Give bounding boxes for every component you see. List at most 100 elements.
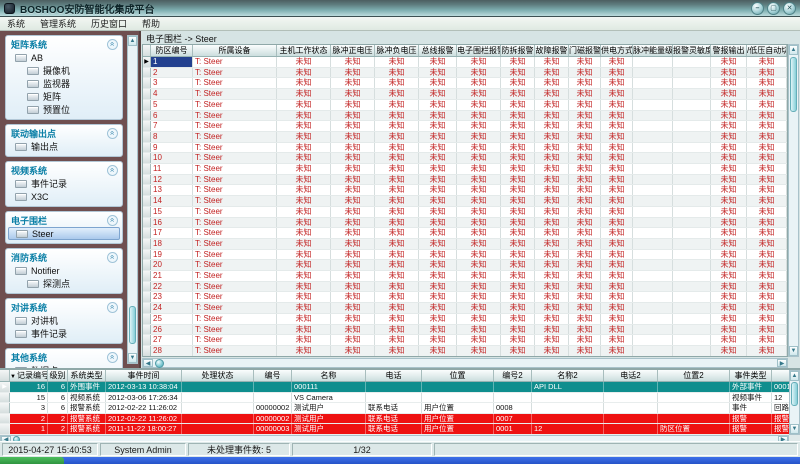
status-cell[interactable]: 未知 — [331, 185, 375, 195]
status-cell[interactable] — [633, 196, 673, 206]
status-cell[interactable]: 未知 — [375, 132, 419, 142]
status-cell[interactable]: 未知 — [457, 89, 501, 99]
zone-number-cell[interactable]: 27 — [151, 335, 193, 345]
status-cell[interactable]: 未知 — [457, 314, 501, 324]
status-cell[interactable] — [633, 271, 673, 281]
menu-item-系统[interactable]: 系统 — [7, 17, 25, 30]
status-cell[interactable]: 未知 — [535, 100, 569, 110]
column-header-处理状态[interactable]: 处理状态 — [182, 370, 254, 381]
status-cell[interactable]: 未知 — [277, 260, 331, 270]
status-cell[interactable]: 未知 — [457, 250, 501, 260]
status-cell[interactable]: 未知 — [535, 164, 569, 174]
status-cell[interactable]: 未知 — [419, 325, 457, 335]
zone-row-1[interactable]: ▶1T: Steer未知未知未知未知未知未知未知未知未知未知未知 — [143, 57, 787, 68]
status-cell[interactable]: 未知 — [601, 282, 633, 292]
status-cell[interactable]: 未知 — [331, 153, 375, 163]
status-cell[interactable]: 未知 — [457, 239, 501, 249]
status-cell[interactable]: 未知 — [277, 185, 331, 195]
device-cell[interactable]: T: Steer — [193, 218, 277, 228]
event-cell[interactable]: VS Camera — [292, 393, 366, 403]
row-selector[interactable] — [143, 132, 151, 142]
event-cell[interactable] — [604, 393, 658, 403]
status-cell[interactable]: 未知 — [711, 335, 747, 345]
status-cell[interactable] — [673, 175, 711, 185]
device-cell[interactable]: T: Steer — [193, 132, 277, 142]
status-cell[interactable] — [633, 292, 673, 302]
row-selector[interactable] — [143, 196, 151, 206]
status-cell[interactable]: 未知 — [375, 78, 419, 88]
status-cell[interactable]: 未知 — [457, 111, 501, 121]
status-cell[interactable]: 未知 — [419, 250, 457, 260]
event-cell[interactable]: 测试用户 — [292, 424, 366, 434]
device-cell[interactable]: T: Steer — [193, 185, 277, 195]
status-cell[interactable]: 未知 — [375, 121, 419, 131]
status-cell[interactable]: 未知 — [747, 78, 787, 88]
event-cell[interactable]: 6 — [48, 393, 68, 403]
column-header-级别[interactable]: 级别 — [48, 370, 68, 381]
zone-row-4[interactable]: 4T: Steer未知未知未知未知未知未知未知未知未知未知未知 — [143, 89, 787, 100]
status-cell[interactable]: 未知 — [457, 121, 501, 131]
device-cell[interactable]: T: Steer — [193, 143, 277, 153]
status-cell[interactable]: 未知 — [375, 111, 419, 121]
column-header-系统类型[interactable]: 系统类型 — [68, 370, 106, 381]
status-cell[interactable]: 未知 — [457, 175, 501, 185]
status-cell[interactable]: 未知 — [501, 143, 535, 153]
status-cell[interactable]: 未知 — [601, 346, 633, 356]
status-cell[interactable]: 未知 — [535, 335, 569, 345]
status-cell[interactable]: 未知 — [601, 325, 633, 335]
status-cell[interactable]: 未知 — [419, 218, 457, 228]
status-cell[interactable]: 未知 — [501, 153, 535, 163]
column-header-所属设备[interactable]: 所属设备 — [193, 45, 277, 56]
collapse-chevron-icon[interactable]: « — [107, 165, 118, 176]
event-cell[interactable]: 2 — [48, 414, 68, 424]
status-cell[interactable]: 未知 — [457, 218, 501, 228]
status-cell[interactable] — [633, 335, 673, 345]
status-cell[interactable]: 未知 — [747, 228, 787, 238]
status-cell[interactable]: 未知 — [501, 303, 535, 313]
status-cell[interactable] — [633, 68, 673, 78]
status-cell[interactable]: 未知 — [601, 335, 633, 345]
status-cell[interactable]: 未知 — [535, 325, 569, 335]
status-cell[interactable]: 未知 — [419, 260, 457, 270]
status-cell[interactable] — [673, 335, 711, 345]
sidebar-item-事件记录[interactable]: 事件记录 — [6, 327, 122, 340]
status-cell[interactable] — [633, 239, 673, 249]
event-cell[interactable]: 00000003 — [254, 424, 292, 434]
status-cell[interactable]: 未知 — [711, 175, 747, 185]
status-cell[interactable]: 未知 — [711, 185, 747, 195]
start-button[interactable] — [0, 457, 64, 464]
main-table-vscrollbar[interactable]: ▲ ▼ — [788, 44, 799, 357]
zone-number-cell[interactable]: 25 — [151, 314, 193, 324]
status-cell[interactable]: 未知 — [331, 57, 375, 67]
status-cell[interactable]: 未知 — [419, 207, 457, 217]
status-cell[interactable]: 未知 — [569, 196, 601, 206]
zone-number-cell[interactable]: 3 — [151, 78, 193, 88]
zone-number-cell[interactable]: 17 — [151, 228, 193, 238]
event-cell[interactable]: 回路故障 — [772, 403, 789, 413]
status-cell[interactable]: 未知 — [277, 196, 331, 206]
status-cell[interactable] — [673, 260, 711, 270]
column-header-名称2[interactable]: 名称2 — [532, 370, 604, 381]
row-selector[interactable] — [143, 282, 151, 292]
status-cell[interactable]: 未知 — [747, 207, 787, 217]
zone-number-cell[interactable]: 1 — [151, 57, 193, 67]
status-cell[interactable] — [673, 303, 711, 313]
device-cell[interactable]: T: Steer — [193, 175, 277, 185]
status-cell[interactable]: 未知 — [375, 185, 419, 195]
status-cell[interactable] — [673, 207, 711, 217]
event-cell[interactable]: 6 — [48, 403, 68, 413]
status-cell[interactable]: 未知 — [711, 68, 747, 78]
status-cell[interactable]: 未知 — [277, 153, 331, 163]
status-cell[interactable]: 未知 — [711, 325, 747, 335]
event-cell[interactable]: 00000002 — [254, 414, 292, 424]
row-selector[interactable] — [143, 78, 151, 88]
status-cell[interactable]: 未知 — [419, 143, 457, 153]
zone-row-10[interactable]: 10T: Steer未知未知未知未知未知未知未知未知未知未知未知 — [143, 153, 787, 164]
zone-number-cell[interactable]: 19 — [151, 250, 193, 260]
status-cell[interactable]: 未知 — [277, 250, 331, 260]
zone-row-20[interactable]: 20T: Steer未知未知未知未知未知未知未知未知未知未知未知 — [143, 260, 787, 271]
status-cell[interactable] — [673, 250, 711, 260]
status-cell[interactable]: 未知 — [375, 271, 419, 281]
status-cell[interactable]: 未知 — [711, 153, 747, 163]
status-cell[interactable] — [673, 271, 711, 281]
